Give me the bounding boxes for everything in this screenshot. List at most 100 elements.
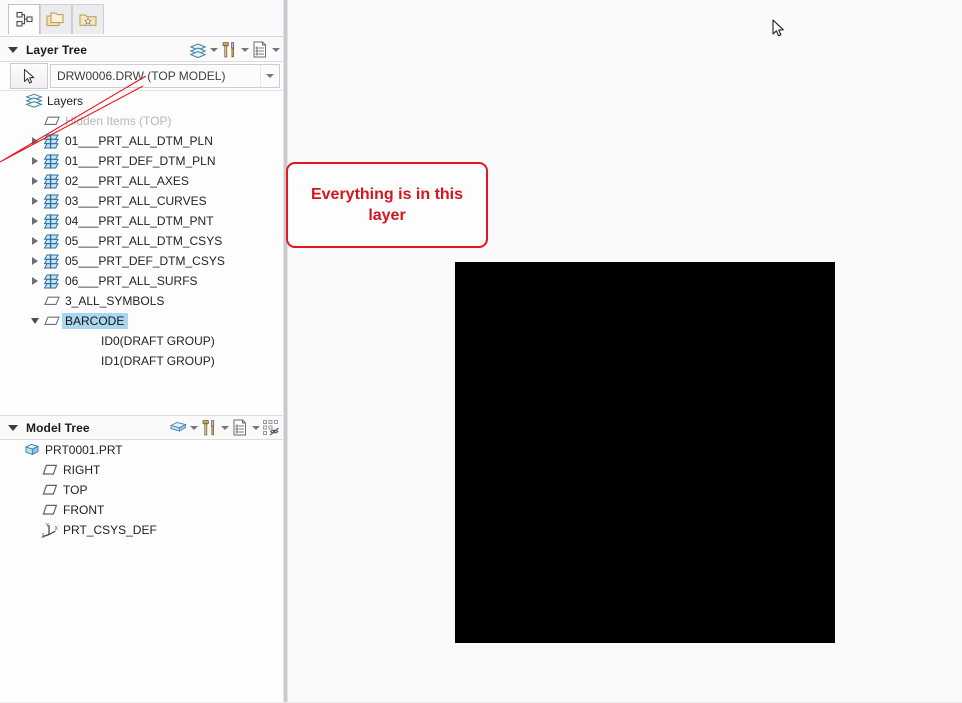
tree-row[interactable]: 03___PRT_ALL_CURVES <box>0 191 283 211</box>
tree-row[interactable]: FRONT <box>0 500 283 520</box>
layer-tree-collapse-caret[interactable] <box>8 46 18 53</box>
tree-item-label: 03___PRT_ALL_CURVES <box>65 194 207 208</box>
layers-display-dropdown[interactable] <box>208 40 219 60</box>
tree-item-label: TOP <box>63 483 88 497</box>
expand-triangle-icon[interactable] <box>28 191 42 211</box>
layer-tools-dropdown[interactable] <box>239 40 250 60</box>
expander-spacer[interactable] <box>8 440 22 460</box>
tree-row[interactable]: 02___PRT_ALL_AXES <box>0 171 283 191</box>
tree-item-label: ID0(DRAFT GROUP) <box>101 334 215 348</box>
layer-plain-icon <box>44 316 60 325</box>
model-tree-header: Model Tree <box>0 416 283 440</box>
tree-item-label: 02___PRT_ALL_AXES <box>65 174 189 188</box>
layers-tab[interactable] <box>40 4 72 34</box>
tree-item-label: ID1(DRAFT GROUP) <box>101 354 215 368</box>
tree-row[interactable]: RIGHT <box>0 460 283 480</box>
tree-row[interactable]: TOP <box>0 480 283 500</box>
chevron-right-icon <box>32 217 38 225</box>
layer-tools-icon[interactable] <box>219 40 239 60</box>
layer-tree-list[interactable]: Layers Hidden Items (TOP) 01___PRT_ALL_DTM… <box>0 91 283 416</box>
expander-spacer[interactable] <box>26 480 40 500</box>
layer-blue-icon <box>43 174 59 189</box>
chevron-down-icon <box>189 425 198 430</box>
layer-tree-title: Layer Tree <box>26 42 88 57</box>
expand-triangle-icon[interactable] <box>28 271 42 291</box>
model-display-dropdown[interactable] <box>188 418 199 438</box>
tree-row[interactable]: PRT0001.PRT <box>0 440 283 460</box>
layers-display-icon[interactable] <box>188 40 208 60</box>
layer-blue-icon <box>42 171 62 191</box>
model-combobox-value: DRW0006.DRW (TOP MODEL) <box>57 69 226 83</box>
expand-triangle-icon[interactable] <box>28 211 42 231</box>
hammer-screwdriver-icon <box>222 41 235 57</box>
expand-triangle-icon[interactable] <box>28 151 42 171</box>
expand-triangle-icon[interactable] <box>28 171 42 191</box>
tree-row[interactable]: BARCODE <box>0 311 283 331</box>
layers-stack-icon <box>189 42 207 58</box>
datum-plane-icon <box>40 500 60 520</box>
tree-item-label: PRT_CSYS_DEF <box>63 523 157 537</box>
collapse-triangle-icon[interactable] <box>28 311 42 331</box>
hierarchy-icon <box>15 11 33 27</box>
model-settings-icon[interactable] <box>230 418 250 438</box>
expander-spacer[interactable] <box>26 460 40 480</box>
tree-row[interactable]: 06___PRT_ALL_SURFS <box>0 271 283 291</box>
model-display-icon[interactable] <box>168 418 188 438</box>
part-cube-icon <box>24 443 40 456</box>
expand-triangle-icon[interactable] <box>28 131 42 151</box>
model-combobox[interactable]: DRW0006.DRW (TOP MODEL) <box>50 64 280 88</box>
tree-filters-icon[interactable] <box>261 418 281 438</box>
tree-row[interactable]: Y Z X PRT_CSYS_DEF <box>0 520 283 540</box>
tree-row[interactable]: ID0(DRAFT GROUP) <box>0 331 283 351</box>
callout-annotation[interactable]: Everything is in this layer <box>286 162 488 248</box>
grid-hide-icon <box>263 420 279 436</box>
tab-strip-underline <box>0 36 283 37</box>
tree-row[interactable]: 01___PRT_ALL_DTM_PLN <box>0 131 283 151</box>
datum-plane-icon <box>42 484 58 495</box>
model-tools-icon[interactable] <box>199 418 219 438</box>
tree-row[interactable]: 3_ALL_SYMBOLS <box>0 291 283 311</box>
pick-model-button[interactable] <box>10 63 48 89</box>
chevron-down-icon <box>240 47 249 52</box>
model-tree-tab[interactable] <box>8 4 40 34</box>
expander-spacer[interactable] <box>26 520 40 540</box>
csys-icon: YZX <box>41 523 58 538</box>
layers-stack-icon <box>24 91 44 111</box>
vertical-splitter[interactable] <box>283 0 288 703</box>
barcode-black-rectangle[interactable] <box>455 262 835 643</box>
tree-row[interactable]: ID1(DRAFT GROUP) <box>0 351 283 371</box>
tree-tab-strip <box>0 0 283 38</box>
layer-blue-icon <box>43 154 59 169</box>
model-tree-list[interactable]: PRT0001.PRT RIGHT TOP FRONT Y Z X PRT_CSYS_DEF <box>0 440 283 687</box>
tree-row[interactable]: 05___PRT_ALL_DTM_CSYS <box>0 231 283 251</box>
layer-settings-icon[interactable] <box>250 40 270 60</box>
model-settings-dropdown[interactable] <box>250 418 261 438</box>
tree-item-label: Hidden Items (TOP) <box>65 114 172 128</box>
layer-blue-icon <box>43 274 59 289</box>
tree-row[interactable]: 01___PRT_DEF_DTM_PLN <box>0 151 283 171</box>
expand-triangle-icon[interactable] <box>28 251 42 271</box>
layer-blue-icon <box>43 134 59 149</box>
layer-tree-toolbar <box>188 38 281 61</box>
favorites-tab[interactable] <box>72 4 104 34</box>
layer-tree-header: Layer Tree <box>0 38 283 62</box>
model-combobox-arrow[interactable] <box>260 65 279 87</box>
tree-item-label: 05___PRT_DEF_DTM_CSYS <box>65 254 225 268</box>
callout-box[interactable]: Everything is in this layer <box>286 162 488 248</box>
layer-blue-icon <box>43 214 59 229</box>
tree-item-label: 04___PRT_ALL_DTM_PNT <box>65 214 214 228</box>
chevron-right-icon <box>32 277 38 285</box>
tree-row[interactable]: 04___PRT_ALL_DTM_PNT <box>0 211 283 231</box>
model-tools-dropdown[interactable] <box>219 418 230 438</box>
drawing-canvas[interactable] <box>289 0 962 703</box>
tree-row[interactable]: Layers <box>0 91 283 111</box>
expand-triangle-icon[interactable] <box>28 231 42 251</box>
tree-item-label: Layers <box>47 94 84 108</box>
layer-plain-icon <box>42 311 62 331</box>
tree-row[interactable]: Hidden Items (TOP) <box>0 111 283 131</box>
model-tree-collapse-caret[interactable] <box>8 424 18 431</box>
tree-row[interactable]: 05___PRT_DEF_DTM_CSYS <box>0 251 283 271</box>
layer-settings-dropdown[interactable] <box>270 40 281 60</box>
expander-spacer[interactable] <box>26 500 40 520</box>
